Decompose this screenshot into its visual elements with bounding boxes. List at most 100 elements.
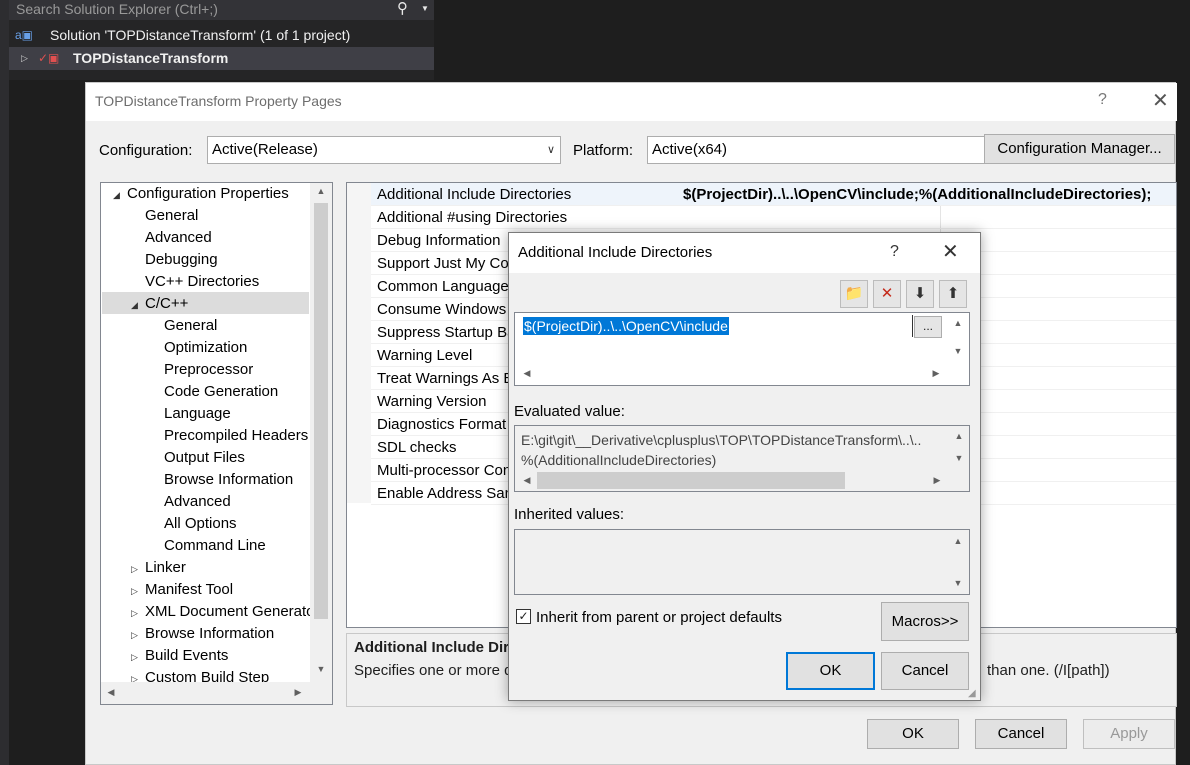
description-text-tail: than one. (/I[path]) <box>987 662 1110 679</box>
tree-item[interactable]: ▷ XML Document Generato <box>131 601 315 623</box>
scroll-down-icon[interactable]: ▼ <box>310 664 332 674</box>
tree-vertical-scrollbar[interactable]: ▲ ▼ <box>310 183 332 682</box>
tree-item[interactable]: Optimization <box>150 337 247 359</box>
property-name: SDL checks <box>377 439 457 456</box>
scroll-down-icon[interactable]: ▼ <box>951 578 965 588</box>
expand-icon[interactable]: ◢ <box>131 294 145 316</box>
tree-item[interactable]: ◢ C/C++ <box>131 293 188 315</box>
editor-background <box>434 0 1190 82</box>
window-title: TOPDistanceTransform Property Pages <box>95 93 342 109</box>
scroll-up-icon[interactable]: ▲ <box>951 536 965 546</box>
scroll-up-icon[interactable]: ▲ <box>310 186 332 196</box>
scroll-up-icon[interactable]: ▲ <box>951 318 965 328</box>
tree-item[interactable]: All Options <box>150 513 237 535</box>
property-tree[interactable]: ◢ Configuration Properties General Advanced… <box>100 182 333 705</box>
tree-item-label: Advanced <box>164 493 231 510</box>
expand-icon[interactable]: ▷ <box>21 47 28 70</box>
apply-button[interactable]: Apply <box>1083 719 1175 749</box>
dialog-cancel-button[interactable]: Cancel <box>881 652 969 690</box>
property-value[interactable]: $(ProjectDir)..\..\OpenCV\include;%(Addi… <box>683 183 1151 206</box>
tree-item[interactable]: Advanced <box>150 491 231 513</box>
grid-gutter <box>347 183 371 503</box>
tree-item[interactable]: Output Files <box>150 447 245 469</box>
ok-button[interactable]: OK <box>867 719 959 749</box>
chevron-down-icon[interactable]: ▼ <box>421 1 429 17</box>
tree-item[interactable]: General <box>150 315 217 337</box>
tree-item[interactable]: ▷ Browse Information <box>131 623 274 645</box>
scroll-down-icon[interactable]: ▼ <box>951 346 965 356</box>
property-name: Enable Address Sani <box>377 485 517 502</box>
platform-select[interactable]: Active(x64) ∨ <box>647 136 1001 164</box>
tree-item[interactable]: Browse Information <box>150 469 293 491</box>
delete-icon[interactable]: ✕ <box>873 280 901 308</box>
scroll-thumb[interactable] <box>314 203 328 619</box>
move-down-icon[interactable]: ⬇ <box>906 280 934 308</box>
tree-item[interactable]: ▷ Manifest Tool <box>131 579 233 601</box>
tree-item[interactable]: Preprocessor <box>150 359 253 381</box>
close-icon[interactable]: ✕ <box>1152 88 1169 113</box>
expand-icon[interactable]: ▷ <box>131 602 145 624</box>
move-up-icon[interactable]: ⬆ <box>939 280 967 308</box>
tree-item[interactable]: Debugging <box>131 249 218 271</box>
tree-item[interactable]: ▷ Build Events <box>131 645 228 667</box>
macros-button[interactable]: Macros>> <box>881 602 969 641</box>
configuration-value: Active(Release) <box>212 141 318 158</box>
tree-item[interactable]: Code Generation <box>150 381 278 403</box>
help-icon[interactable]: ? <box>1098 91 1107 109</box>
include-directories-dialog: Additional Include Directories ? ✕ 📁 ✕ ⬇… <box>508 232 981 701</box>
property-name: Warning Version <box>377 393 487 410</box>
scroll-left-icon[interactable]: ◀ <box>521 368 533 379</box>
close-icon[interactable]: ✕ <box>942 239 959 264</box>
tree-horizontal-scrollbar[interactable]: ◀ ▶ <box>101 682 332 704</box>
solution-node[interactable]: a▣ Solution 'TOPDistanceTransform' (1 of… <box>9 24 434 47</box>
expand-icon[interactable]: ▷ <box>131 580 145 602</box>
configuration-select[interactable]: Active(Release) ∨ <box>207 136 561 164</box>
tree-item[interactable]: ▷ Linker <box>131 557 186 579</box>
new-line-icon[interactable]: 📁 <box>840 280 868 308</box>
property-row[interactable]: Additional #using Directories <box>371 206 1176 229</box>
scroll-right-icon[interactable]: ▶ <box>292 687 304 698</box>
tree-item[interactable]: General <box>131 205 198 227</box>
configuration-manager-button[interactable]: Configuration Manager... <box>984 134 1175 164</box>
help-icon[interactable]: ? <box>890 243 899 261</box>
inherited-label: Inherited values: <box>514 506 625 523</box>
tree-item[interactable]: Language <box>150 403 231 425</box>
property-name: Additional Include Directories <box>377 186 572 203</box>
tree-item[interactable]: Command Line <box>150 535 266 557</box>
tree-item[interactable]: Precompiled Headers <box>150 425 308 447</box>
tree-item[interactable]: Advanced <box>131 227 212 249</box>
property-name: Suppress Startup Ba <box>377 324 516 341</box>
directory-entry-input[interactable]: $(ProjectDir)..\..\OpenCV\include <box>518 315 913 337</box>
expand-icon[interactable]: ▷ <box>131 624 145 646</box>
browse-button[interactable]: ... <box>914 316 942 338</box>
scroll-right-icon[interactable]: ▶ <box>931 475 943 486</box>
solution-icon: a▣ <box>15 28 34 42</box>
scroll-thumb[interactable] <box>537 472 845 489</box>
directories-edit-list[interactable]: $(ProjectDir)..\..\OpenCV\include ... ▲ … <box>514 312 970 386</box>
scroll-left-icon[interactable]: ◀ <box>105 687 117 698</box>
dialog-ok-button[interactable]: OK <box>786 652 875 690</box>
tree-item[interactable]: ◢ Configuration Properties <box>113 183 289 205</box>
project-node[interactable]: ▷ ✓▣ TOPDistanceTransform <box>9 47 434 70</box>
inherit-checkbox-label[interactable]: Inherit from parent or project defaults <box>536 609 782 626</box>
property-name: Support Just My Coc <box>377 255 517 272</box>
scroll-left-icon[interactable]: ◀ <box>521 475 533 486</box>
search-icon[interactable]: ⚲ <box>397 0 408 17</box>
expand-icon[interactable]: ◢ <box>113 184 127 206</box>
scroll-right-icon[interactable]: ▶ <box>930 368 942 379</box>
tree-item-label: Build Events <box>145 647 229 664</box>
property-row[interactable]: Additional Include Directories $(ProjectD… <box>371 183 1176 206</box>
side-strip <box>0 0 9 765</box>
tree-item[interactable]: VC++ Directories <box>131 271 259 293</box>
scroll-down-icon[interactable]: ▼ <box>952 453 966 463</box>
tree-item-label: General <box>145 207 199 224</box>
inherit-checkbox[interactable]: ✓ <box>516 609 531 624</box>
scroll-up-icon[interactable]: ▲ <box>952 431 966 441</box>
directory-entry-text[interactable]: $(ProjectDir)..\..\OpenCV\include <box>523 317 729 335</box>
cancel-button[interactable]: Cancel <box>975 719 1067 749</box>
expand-icon[interactable]: ▷ <box>131 646 145 668</box>
tree-item-label: XML Document Generato <box>145 603 315 620</box>
expand-icon[interactable]: ▷ <box>131 558 145 580</box>
resize-grip-icon[interactable]: ◢ <box>968 688 976 699</box>
tree-item-label: Browse Information <box>164 471 294 488</box>
